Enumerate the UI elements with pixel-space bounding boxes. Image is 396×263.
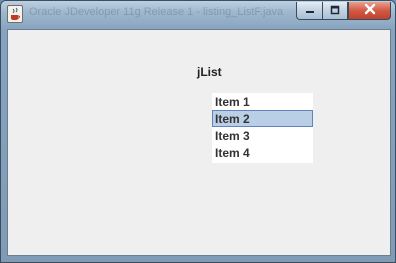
list-item[interactable]: Item 1 <box>212 93 313 110</box>
window-controls <box>296 2 391 20</box>
content-pane: jList Item 1 Item 2 Item 3 Item 4 <box>7 29 391 256</box>
maximize-icon <box>330 2 340 20</box>
minimize-button[interactable] <box>296 2 322 20</box>
minimize-icon <box>305 2 315 20</box>
item-list[interactable]: Item 1 Item 2 Item 3 Item 4 <box>212 93 313 163</box>
java-cup-icon[interactable] <box>7 5 23 23</box>
close-button[interactable] <box>348 2 391 20</box>
list-item[interactable]: Item 3 <box>212 127 313 144</box>
list-label: jList <box>197 65 222 79</box>
maximize-button[interactable] <box>322 2 348 20</box>
close-icon <box>364 2 376 20</box>
app-window: Oracle JDeveloper 11g Release 1 - listin… <box>0 0 396 263</box>
list-item-selected[interactable]: Item 2 <box>212 110 313 127</box>
list-item[interactable]: Item 4 <box>212 144 313 161</box>
title-bar[interactable]: Oracle JDeveloper 11g Release 1 - listin… <box>1 1 395 25</box>
window-title: Oracle JDeveloper 11g Release 1 - listin… <box>29 6 284 18</box>
